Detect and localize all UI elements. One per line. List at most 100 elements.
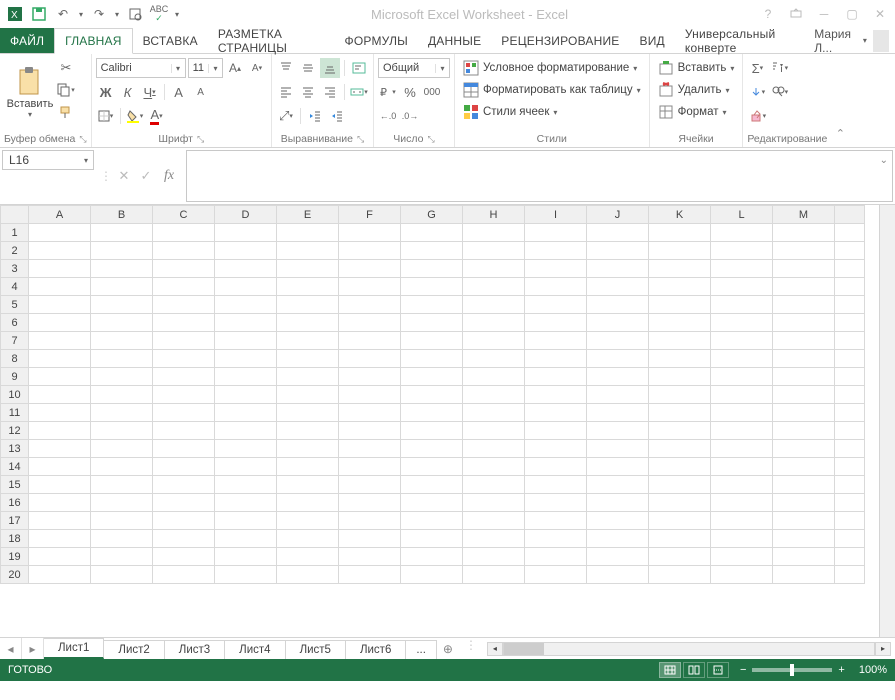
horizontal-scrollbar[interactable] — [503, 642, 875, 656]
cell[interactable] — [153, 278, 215, 296]
cell[interactable] — [29, 332, 91, 350]
view-page-break-icon[interactable] — [707, 662, 729, 678]
column-header[interactable]: B — [91, 206, 153, 224]
cell[interactable] — [525, 512, 587, 530]
cell[interactable] — [711, 566, 773, 584]
cell[interactable] — [401, 422, 463, 440]
align-left-icon[interactable] — [276, 82, 296, 102]
cell[interactable] — [153, 422, 215, 440]
cell[interactable] — [773, 422, 835, 440]
cell[interactable] — [587, 566, 649, 584]
ribbon-options-icon[interactable] — [785, 3, 807, 25]
cell[interactable] — [711, 512, 773, 530]
cell[interactable] — [91, 530, 153, 548]
cell[interactable] — [29, 440, 91, 458]
row-header[interactable]: 10 — [1, 386, 29, 404]
row-header[interactable]: 16 — [1, 494, 29, 512]
cell[interactable] — [29, 566, 91, 584]
cell[interactable] — [29, 530, 91, 548]
zoom-slider[interactable] — [752, 668, 832, 672]
row-header[interactable]: 6 — [1, 314, 29, 332]
cell[interactable] — [339, 404, 401, 422]
cell[interactable] — [91, 260, 153, 278]
cell[interactable] — [587, 548, 649, 566]
cell[interactable] — [649, 314, 711, 332]
cell[interactable] — [463, 224, 525, 242]
cell[interactable] — [91, 242, 153, 260]
enter-formula-icon[interactable]: ✓ — [136, 166, 156, 186]
cell[interactable] — [401, 278, 463, 296]
column-header[interactable]: F — [339, 206, 401, 224]
cell[interactable] — [215, 548, 277, 566]
cell[interactable] — [153, 386, 215, 404]
copy-icon[interactable]: ▾ — [56, 80, 76, 100]
cell[interactable] — [463, 332, 525, 350]
cell[interactable] — [339, 566, 401, 584]
cell[interactable] — [587, 494, 649, 512]
cell[interactable] — [773, 242, 835, 260]
increase-indent-icon[interactable] — [327, 106, 347, 126]
excel-icon[interactable]: X — [4, 3, 26, 25]
cell[interactable] — [711, 278, 773, 296]
collapse-ribbon-icon[interactable]: ⌃ — [831, 123, 849, 143]
column-header[interactable]: K — [649, 206, 711, 224]
row-header[interactable]: 15 — [1, 476, 29, 494]
cell[interactable] — [91, 440, 153, 458]
cell[interactable] — [463, 350, 525, 368]
alignment-launcher-icon[interactable]: ⤡ — [357, 134, 364, 145]
user-account[interactable]: Мария Л... ▾ — [808, 28, 895, 53]
cell-styles-button[interactable]: Стили ячеек▾ — [459, 102, 645, 122]
cell[interactable] — [711, 458, 773, 476]
cell[interactable] — [339, 278, 401, 296]
align-bottom-icon[interactable] — [320, 58, 340, 78]
cell[interactable] — [215, 512, 277, 530]
save-icon[interactable] — [28, 3, 50, 25]
cell[interactable] — [153, 566, 215, 584]
sheet-tab[interactable]: Лист6 — [346, 640, 406, 659]
cell[interactable] — [773, 404, 835, 422]
cell[interactable] — [401, 350, 463, 368]
cell[interactable] — [91, 296, 153, 314]
conditional-formatting-button[interactable]: Условное форматирование▾ — [459, 58, 645, 78]
cell[interactable] — [463, 314, 525, 332]
tab-review[interactable]: РЕЦЕНЗИРОВАНИЕ — [491, 28, 629, 53]
cell[interactable] — [29, 278, 91, 296]
cell[interactable] — [277, 476, 339, 494]
cell[interactable] — [463, 512, 525, 530]
cell[interactable] — [277, 242, 339, 260]
cell[interactable] — [339, 458, 401, 476]
cell[interactable] — [773, 296, 835, 314]
cell[interactable] — [29, 224, 91, 242]
cell[interactable] — [91, 494, 153, 512]
cell[interactable] — [711, 440, 773, 458]
cell[interactable] — [649, 512, 711, 530]
cell[interactable] — [339, 260, 401, 278]
italic-button[interactable]: К — [118, 82, 138, 102]
row-header[interactable]: 19 — [1, 548, 29, 566]
cell[interactable] — [711, 314, 773, 332]
tab-home[interactable]: ГЛАВНАЯ — [54, 28, 132, 54]
cell[interactable] — [711, 404, 773, 422]
hscroll-right-icon[interactable]: ▸ — [875, 642, 891, 656]
cell[interactable] — [649, 422, 711, 440]
delete-cells-button[interactable]: Удалить▾ — [654, 80, 739, 100]
sort-filter-icon[interactable]: ▾ — [769, 58, 789, 78]
cell[interactable] — [91, 404, 153, 422]
cell[interactable] — [339, 440, 401, 458]
name-box[interactable]: L16 ▾ — [2, 150, 94, 170]
cell[interactable] — [153, 332, 215, 350]
cell[interactable] — [401, 458, 463, 476]
comma-icon[interactable]: 000 — [422, 82, 442, 102]
cell[interactable] — [525, 386, 587, 404]
font-name-combo[interactable]: Calibri▾ — [96, 58, 186, 78]
cell[interactable] — [649, 476, 711, 494]
redo-dropdown-icon[interactable]: ▾ — [112, 3, 122, 25]
column-header[interactable]: C — [153, 206, 215, 224]
cell[interactable] — [339, 332, 401, 350]
cell[interactable] — [277, 440, 339, 458]
cell[interactable] — [91, 278, 153, 296]
cell[interactable] — [525, 332, 587, 350]
cell[interactable] — [29, 458, 91, 476]
cell[interactable] — [649, 494, 711, 512]
cell[interactable] — [711, 260, 773, 278]
